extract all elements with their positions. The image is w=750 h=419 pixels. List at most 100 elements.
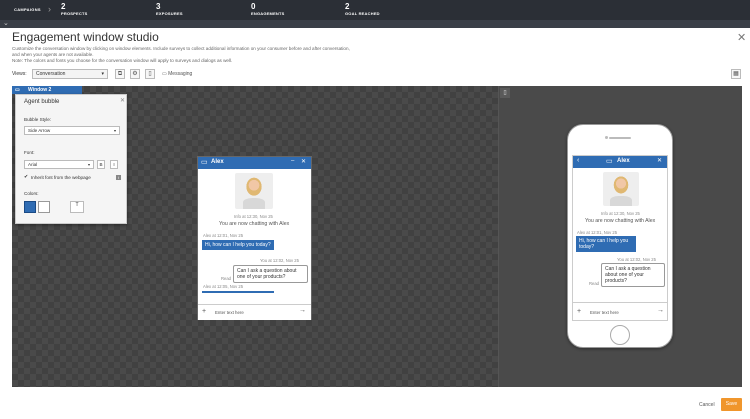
views-select[interactable]: Conversation ▾ <box>32 69 108 79</box>
italic-button[interactable]: I <box>110 160 118 169</box>
chevron-down-icon: ▾ <box>113 128 116 133</box>
chat-input-bar[interactable]: + Enter text here → <box>198 304 311 320</box>
copy-window-button[interactable]: ⧉ <box>115 69 125 79</box>
panel-title: Agent bubble <box>24 99 60 105</box>
text-color-button[interactable]: T <box>70 201 84 213</box>
bubble-style-value: Side Arrow <box>28 128 51 133</box>
chat-window[interactable]: ▭ Alex ‒ ✕ Info at 12:30, Nov 25 You are… <box>197 156 312 320</box>
inherit-font-label: Inherit font from the webpage <box>31 175 91 180</box>
monitor-icon: ▭ <box>201 159 208 166</box>
text-color-label: T <box>75 202 79 208</box>
info-timestamp: Info at 12:30, Nov 25 <box>234 214 273 219</box>
breadcrumb-campaigns[interactable]: CAMPAIGNS <box>14 7 41 12</box>
window-tab-label: Window 2 <box>28 87 52 93</box>
stat-engagements: 0 ENGAGEMENTS <box>251 2 285 16</box>
grid-icon[interactable]: ▦ <box>731 69 741 79</box>
close-icon: ✕ <box>657 158 663 164</box>
collapse-bar: ⌄ <box>0 20 750 28</box>
send-icon[interactable]: → <box>299 307 306 314</box>
messaging-label: Messaging <box>168 71 193 77</box>
user-message-bubble: Can I ask a question about one of your p… <box>601 263 665 287</box>
now-chatting-text: You are now chatting with Alex <box>585 218 656 224</box>
mobile-chat-input-bar: + Enter text here → <box>573 302 667 320</box>
mobile-chat-header: ‹ ▭ Alex ✕ <box>573 156 667 168</box>
border-color-swatch[interactable] <box>38 201 50 213</box>
typing-indicator <box>202 291 274 293</box>
mobile-device-icon[interactable]: ▯ <box>500 88 510 98</box>
views-selected-value: Conversation <box>36 71 66 77</box>
agent-message-bubble: Hi, how can I help you today? <box>576 236 636 252</box>
stat-label: PROSPECTS <box>61 11 88 16</box>
chevron-down-icon[interactable]: ⌄ <box>3 19 9 27</box>
description-note: Note: The colors and fonts you choose fo… <box>12 58 233 63</box>
message-icon: ▭ <box>162 71 167 77</box>
stat-label: GOAL REACHED <box>345 11 380 16</box>
info-icon[interactable]: i <box>116 175 121 180</box>
window-tab[interactable]: ▭ Window 2 <box>12 86 82 94</box>
stat-value: 2 <box>61 2 66 11</box>
bubble-style-label: Bubble Style: <box>24 117 52 122</box>
user-timestamp: You at 12:02, Nov 25 <box>617 257 656 262</box>
agent-message-bubble[interactable]: Hi, how can I help you today? <box>202 240 274 250</box>
chevron-down-icon: ▾ <box>87 162 90 167</box>
read-receipt: Read <box>589 281 600 286</box>
chat-input-placeholder[interactable]: Enter text here <box>215 310 244 315</box>
user-timestamp: You at 12:02, Nov 25 <box>260 258 299 263</box>
agent-avatar <box>235 173 273 209</box>
agent-timestamp: Alex at 12:01, Nov 25 <box>203 233 244 238</box>
stat-value: 3 <box>156 2 161 11</box>
read-receipt: Read <box>221 276 232 281</box>
agent-timestamp-2: Alex at 12:05, Nov 25 <box>203 284 244 289</box>
plus-icon[interactable]: + <box>202 308 206 315</box>
home-button <box>610 325 630 345</box>
agent-avatar <box>603 172 639 206</box>
plus-icon: + <box>577 308 582 315</box>
agent-bubble-panel: Agent bubble ✕ Bubble Style: Side Arrow … <box>15 94 127 224</box>
stat-value: 2 <box>345 2 350 11</box>
camera-icon <box>605 136 608 139</box>
now-chatting-text: You are now chatting with Alex <box>219 221 290 227</box>
monitor-icon: ▭ <box>606 158 613 165</box>
background-color-swatch[interactable] <box>24 201 36 213</box>
settings-button[interactable]: ⚙ <box>130 69 140 79</box>
stat-prospects: 2 PROSPECTS <box>61 2 87 16</box>
inherit-font-checkbox[interactable]: ✔ <box>24 175 29 180</box>
messaging-link[interactable]: ▭ Messaging <box>162 71 192 77</box>
chat-header[interactable]: ▭ Alex ‒ ✕ <box>198 157 311 169</box>
phone-preview: ‹ ▭ Alex ✕ Info at 12:30, Nov 25 You are… <box>567 124 673 348</box>
close-icon[interactable]: ✕ <box>301 158 306 165</box>
back-arrow-icon: ‹ <box>577 157 580 164</box>
chevron-down-icon: ▾ <box>101 71 104 77</box>
campaign-bar: CAMPAIGNS › 2 PROSPECTS 3 EXPOSURES 0 EN… <box>0 0 750 20</box>
font-label: Font: <box>24 150 35 155</box>
page-title: Engagement window studio <box>12 30 159 44</box>
views-label: Views: <box>12 71 27 77</box>
close-icon[interactable]: ✕ <box>737 31 746 44</box>
monitor-icon: ▭ <box>15 87 20 93</box>
save-button[interactable]: Save <box>721 398 742 411</box>
bubble-style-select[interactable]: Side Arrow ▾ <box>24 126 120 135</box>
minimize-icon[interactable]: ‒ <box>291 158 294 164</box>
speaker-grille <box>609 137 631 139</box>
close-icon[interactable]: ✕ <box>120 97 125 104</box>
font-select[interactable]: Arial ▾ <box>24 160 94 169</box>
stat-label: EXPOSURES <box>156 11 183 16</box>
stat-label: ENGAGEMENTS <box>251 11 285 16</box>
info-timestamp: Info at 12:30, Nov 25 <box>601 211 640 216</box>
cancel-button[interactable]: Cancel <box>699 402 715 408</box>
stat-value: 0 <box>251 2 256 11</box>
agent-timestamp: Alex at 12:01, Nov 25 <box>577 230 618 235</box>
stat-exposures: 3 EXPOSURES <box>156 2 183 16</box>
send-icon: → <box>657 307 664 314</box>
preview-button[interactable]: ▯ <box>145 69 155 79</box>
breadcrumb-separator-icon: › <box>48 4 51 14</box>
user-message-bubble: Can I ask a question about one of your p… <box>233 265 308 283</box>
colors-label: Colors: <box>24 191 39 196</box>
phone-screen: ‹ ▭ Alex ✕ Info at 12:30, Nov 25 You are… <box>572 155 668 321</box>
bold-button[interactable]: B <box>97 160 105 169</box>
stat-goal-reached: 2 GOAL REACHED <box>345 2 380 16</box>
agent-name: Alex <box>211 159 224 165</box>
font-value: Arial <box>28 162 38 167</box>
page-description: Customize the conversation window by cli… <box>12 46 432 64</box>
chat-input-placeholder: Enter text here <box>590 310 619 315</box>
